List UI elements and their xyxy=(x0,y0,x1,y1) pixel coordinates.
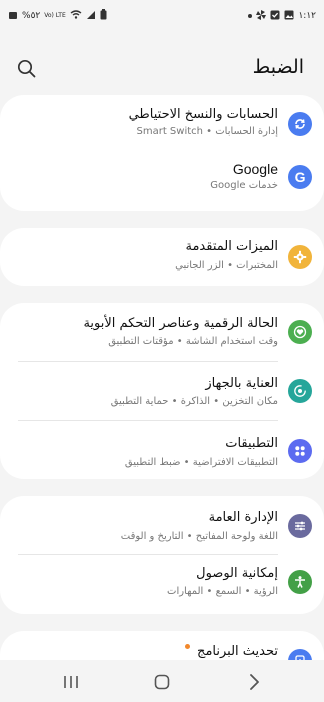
settings-item-title: التطبيقات xyxy=(225,436,278,451)
settings-item-title: إمكانية الوصول xyxy=(196,566,278,581)
back-icon[interactable] xyxy=(242,670,266,694)
signal-icon xyxy=(86,10,96,23)
image-icon xyxy=(284,10,294,23)
device-care-icon xyxy=(288,379,312,403)
status-bar: %٥٢ Vo) LTE ١:١٢ xyxy=(0,0,324,32)
network-indicator: Vo) LTE xyxy=(44,12,66,19)
gear-icon xyxy=(288,245,312,269)
settings-item-title: الحسابات والنسخ الاحتياطي xyxy=(128,107,278,122)
settings-item-title: الإدارة العامة xyxy=(208,510,278,525)
card-accounts: الحسابات والنسخ الاحتياطي إدارة الحسابات… xyxy=(0,95,324,211)
sliders-icon xyxy=(288,514,312,538)
settings-item-subtitle: وقت استخدام الشاشة • مؤقتات التطبيق xyxy=(108,336,278,347)
settings-item-subtitle: إدارة الحسابات • Smart Switch xyxy=(136,126,278,137)
heart-icon xyxy=(288,320,312,344)
home-icon[interactable] xyxy=(150,670,174,694)
apps-icon xyxy=(288,439,312,463)
battery-icon xyxy=(100,9,107,23)
settings-item-subtitle: الرؤية • السمع • المهارات xyxy=(167,586,278,597)
settings-item-title: الميزات المتقدمة xyxy=(185,239,278,254)
google-icon: G xyxy=(288,165,312,189)
sync-icon xyxy=(288,112,312,136)
settings-item-subtitle: التطبيقات الافتراضية • ضبط التطبيق xyxy=(124,457,278,468)
pinwheel-icon xyxy=(256,9,267,23)
check-box-icon xyxy=(270,10,280,23)
notification-icon xyxy=(8,10,18,23)
settings-item-title: تحديث البرنامج xyxy=(197,644,278,659)
settings-item-accounts-backup[interactable]: الحسابات والنسخ الاحتياطي إدارة الحسابات… xyxy=(0,95,324,153)
settings-item-digital-wellbeing[interactable]: الحالة الرقمية وعناصر التحكم الأبوية وقت… xyxy=(0,303,324,361)
settings-item-device-care[interactable]: العناية بالجهاز مكان التخزين • الذاكرة •… xyxy=(0,362,324,420)
wifi-icon xyxy=(70,9,82,23)
settings-item-advanced-features[interactable]: الميزات المتقدمة المختبرات • الزر الجانب… xyxy=(0,228,324,286)
card-general: الإدارة العامة اللغة ولوحة المفاتيح • ال… xyxy=(0,496,324,614)
settings-item-subtitle: خدمات Google xyxy=(210,180,278,191)
settings-item-accessibility[interactable]: إمكانية الوصول الرؤية • السمع • المهارات xyxy=(0,555,324,613)
header: الضبط xyxy=(0,52,324,84)
settings-item-apps[interactable]: التطبيقات التطبيقات الافتراضية • ضبط الت… xyxy=(0,421,324,479)
settings-item-title: Google xyxy=(232,161,278,177)
card-advanced: الميزات المتقدمة المختبرات • الزر الجانب… xyxy=(0,228,324,286)
navigation-bar xyxy=(0,660,324,702)
dot-icon xyxy=(248,14,253,18)
recents-icon[interactable] xyxy=(59,670,83,694)
settings-item-title: العناية بالجهاز xyxy=(205,376,278,391)
settings-item-subtitle: مكان التخزين • الذاكرة • حماية التطبيق xyxy=(110,396,278,407)
page-title: الضبط xyxy=(252,56,304,78)
settings-item-title: الحالة الرقمية وعناصر التحكم الأبوية xyxy=(83,316,278,331)
clock-time: ١:١٢ xyxy=(298,11,316,21)
battery-percent: %٥٢ xyxy=(22,11,41,21)
settings-item-google[interactable]: G Google خدمات Google xyxy=(0,153,324,211)
new-badge xyxy=(185,644,190,649)
settings-item-general-management[interactable]: الإدارة العامة اللغة ولوحة المفاتيح • ال… xyxy=(0,496,324,554)
settings-item-subtitle: اللغة ولوحة المفاتيح • التاريخ و الوقت xyxy=(120,531,278,542)
search-icon[interactable] xyxy=(16,58,38,80)
settings-item-subtitle: المختبرات • الزر الجانبي xyxy=(175,260,278,271)
accessibility-icon xyxy=(288,570,312,594)
card-device: الحالة الرقمية وعناصر التحكم الأبوية وقت… xyxy=(0,303,324,479)
